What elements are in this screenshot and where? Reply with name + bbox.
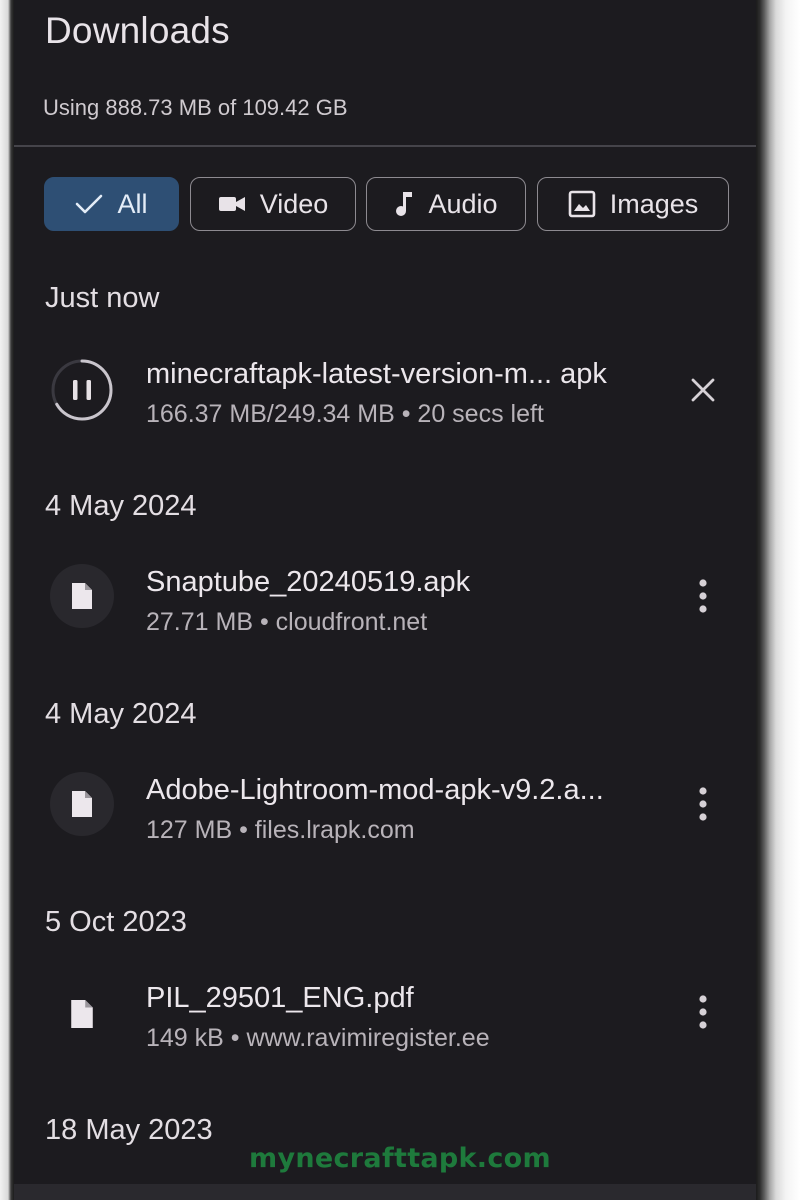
pause-icon (73, 380, 78, 400)
filter-chip-audio[interactable]: Audio (366, 177, 526, 231)
section-header: 5 Oct 2023 (45, 906, 187, 938)
section-header: 4 May 2024 (45, 698, 197, 730)
image-icon (568, 190, 596, 218)
file-name: minecraftapk-latest-version-m... apk (146, 358, 607, 390)
download-progress-ring (51, 359, 113, 421)
bottom-navigation-edge (14, 1184, 756, 1200)
download-item-snaptube[interactable]: Snaptube_20240519.apk 27.71 MB • cloudfr… (14, 548, 756, 648)
filter-chip-label: All (117, 188, 148, 219)
device-frame-left (0, 0, 14, 1200)
page-title: Downloads (45, 10, 230, 51)
pause-download-button[interactable] (50, 358, 114, 422)
section-header: Just now (45, 282, 160, 314)
site-watermark: mynecrafttapk.com (249, 1143, 551, 1174)
download-item-minecraftapk[interactable]: minecraftapk-latest-version-m... apk 166… (14, 340, 756, 440)
file-meta: 27.71 MB • cloudfront.net (146, 608, 428, 636)
more-vert-icon (699, 579, 707, 613)
music-note-icon (394, 190, 414, 218)
file-meta: 127 MB • files.lrapk.com (146, 816, 415, 844)
filter-chip-all[interactable]: All (44, 177, 179, 231)
section-header: 4 May 2024 (45, 490, 197, 522)
file-icon (50, 982, 114, 1046)
file-name: Adobe-Lightroom-mod-apk-v9.2.a... (146, 774, 604, 806)
check-icon (75, 193, 103, 215)
file-meta: 149 kB • www.ravimiregister.ee (146, 1024, 490, 1052)
device-frame-right (756, 0, 800, 1200)
filter-chip-label: Audio (428, 188, 498, 219)
download-item-pil-pdf[interactable]: PIL_29501_ENG.pdf 149 kB • www.ravimireg… (14, 964, 756, 1064)
more-vert-icon (699, 995, 707, 1029)
filter-chip-video[interactable]: Video (190, 177, 356, 231)
download-item-lightroom[interactable]: Adobe-Lightroom-mod-apk-v9.2.a... 127 MB… (14, 756, 756, 856)
file-icon (50, 772, 114, 836)
downloads-screen: Downloads Using 888.73 MB of 109.42 GB A… (14, 0, 756, 1200)
file-meta: 166.37 MB/249.34 MB • 20 secs left (146, 400, 544, 428)
header-divider (14, 145, 756, 147)
close-icon (691, 378, 715, 402)
more-vert-icon (699, 787, 707, 821)
more-options-button[interactable] (678, 987, 728, 1037)
cancel-download-button[interactable] (678, 365, 728, 415)
more-options-button[interactable] (678, 779, 728, 829)
file-name: Snaptube_20240519.apk (146, 566, 471, 598)
file-icon (50, 564, 114, 628)
filter-chip-label: Video (259, 188, 329, 219)
filter-chip-label: Images (609, 188, 699, 219)
video-camera-icon (218, 194, 246, 214)
file-name: PIL_29501_ENG.pdf (146, 982, 414, 1014)
storage-usage-text: Using 888.73 MB of 109.42 GB (43, 95, 348, 120)
more-options-button[interactable] (678, 571, 728, 621)
filter-chip-images[interactable]: Images (537, 177, 729, 231)
